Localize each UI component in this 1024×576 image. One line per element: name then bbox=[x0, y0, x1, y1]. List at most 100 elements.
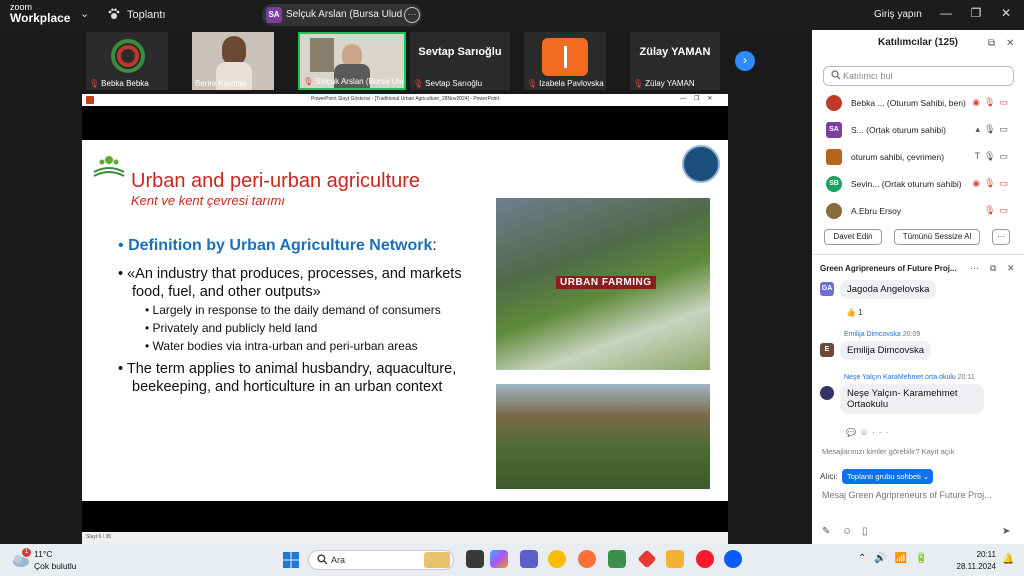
file-explorer-icon[interactable] bbox=[666, 550, 684, 568]
invite-button[interactable]: Davet Edin bbox=[824, 229, 882, 245]
bookshelf-image bbox=[310, 38, 334, 72]
zoom-icon[interactable] bbox=[724, 550, 742, 568]
privacy-notice[interactable]: Mesajlarınızı kimler görebilir? Kayıt aç… bbox=[822, 447, 955, 456]
avatar bbox=[826, 203, 842, 219]
participant-name: Bebka ... (Oturum Sahibi, ben) bbox=[851, 98, 966, 108]
notification-badge: 1 bbox=[22, 548, 31, 557]
weather-description[interactable]: Çok bulutlu bbox=[34, 561, 77, 571]
maximize-icon[interactable]: ❐ bbox=[966, 6, 986, 20]
search-placeholder: Ara bbox=[331, 555, 346, 565]
leaf-logo-icon bbox=[93, 156, 125, 177]
reaction[interactable]: 👍 1 bbox=[846, 308, 863, 317]
bullet-text: beekeeping, and horticulture in an urban… bbox=[132, 379, 443, 395]
recipient-select[interactable]: Toplantı grubu sohbeti ⌄ bbox=[842, 469, 933, 484]
avatar: GA bbox=[820, 282, 834, 296]
tile-name: 🎙 Bebka Bebka bbox=[89, 79, 149, 88]
more-options-icon[interactable]: ··· bbox=[404, 7, 420, 23]
sub-bullet: • Privately and publicly held land bbox=[145, 321, 318, 335]
participant-name: oturum sahibi, çevrimen) bbox=[851, 152, 945, 162]
ppt-status-bar bbox=[82, 532, 728, 544]
clock-time[interactable]: 20:11 bbox=[948, 550, 996, 559]
participant-row[interactable]: A.Ebru Ersoy 🎙▭ bbox=[820, 202, 1016, 220]
logo-icon bbox=[111, 39, 145, 73]
more-button[interactable]: ··· bbox=[992, 229, 1010, 245]
paw-icon bbox=[108, 8, 120, 19]
sub-bullet: • Largely in response to the daily deman… bbox=[145, 303, 441, 317]
media-status-icons: ◉🎙▭ bbox=[972, 97, 1012, 107]
participant-row[interactable]: oturum sahibi, çevrimen) T🎙▭ bbox=[820, 148, 1016, 166]
notification-icon[interactable]: 🔔 bbox=[1002, 554, 1014, 565]
slide-subtitle: Kent ve kent çevresi tarımı bbox=[131, 193, 285, 208]
chat-message[interactable]: Emilija Dimcovska bbox=[840, 341, 932, 360]
bullet-text: • The term applies to animal husbandry, … bbox=[118, 361, 457, 377]
gallery-next-button[interactable]: › bbox=[735, 51, 755, 71]
participant-row[interactable]: Bebka ... (Oturum Sahibi, ben) ◉🎙▭ bbox=[820, 94, 1016, 112]
mute-all-button[interactable]: Tümünü Sessize Al bbox=[894, 229, 980, 245]
chat-message[interactable]: Neşe Yalçın- Karamehmet Ortaokulu bbox=[840, 384, 984, 414]
minimize-icon[interactable]: — bbox=[936, 6, 956, 20]
video-tile[interactable]: Sevtap Sarıoğlu 🎙 Sevtap Sarıoğlu bbox=[410, 32, 510, 90]
participant-name: A.Ebru Ersoy bbox=[851, 206, 902, 216]
temperature[interactable]: 11°C bbox=[34, 549, 52, 559]
tile-name: 🎙 Izabela Pavlovska bbox=[527, 79, 604, 88]
ppt-window-controls[interactable]: —❐✕ bbox=[680, 95, 720, 102]
media-status-icons: 🎙▭ bbox=[984, 205, 1012, 215]
sub-bullet: • Water bodies via intra-urban and peri-… bbox=[145, 339, 418, 353]
sharer-name: Selçuk Arslan (Bursa Uludağ Üniv bbox=[286, 9, 402, 20]
format-icon[interactable]: ✎ bbox=[822, 526, 830, 537]
chat-input[interactable]: Mesaj Green Agripreneurs of Future Proj.… bbox=[822, 490, 1012, 500]
tile-name: 🎙 Zülay YAMAN bbox=[633, 79, 695, 88]
message-sender: Neşe Yalçın KaraMehmet orta okulu 20:11 bbox=[844, 374, 975, 381]
video-tile[interactable]: Berire Karataş bbox=[192, 32, 274, 90]
image-label: URBAN FARMING bbox=[556, 276, 656, 289]
media-status-icons: ▴🎙▭ bbox=[975, 124, 1012, 134]
video-tile[interactable]: 🎙 Izabela Pavlovska bbox=[524, 32, 606, 90]
task-view-icon[interactable] bbox=[466, 550, 484, 568]
search-icon bbox=[831, 70, 841, 80]
media-status-icons: ◉🎙▭ bbox=[972, 178, 1012, 188]
avatar bbox=[826, 95, 842, 111]
popout-icon[interactable]: ⧉ bbox=[988, 38, 995, 49]
close-icon[interactable]: ✕ bbox=[996, 6, 1016, 20]
video-tile[interactable]: Zülay YAMAN 🎙 Zülay YAMAN bbox=[630, 32, 720, 90]
chat-message[interactable]: Jagoda Angelovska bbox=[840, 280, 937, 299]
search-placeholder: Katılımcı bul bbox=[843, 71, 893, 81]
bullet-text: food, fuel, and other outputs» bbox=[132, 284, 321, 300]
video-tile[interactable]: 🎙 Bebka Bebka bbox=[86, 32, 168, 90]
avatar: SB bbox=[826, 176, 842, 192]
slide-title: Urban and peri-urban agriculture bbox=[131, 170, 421, 192]
avatar: E bbox=[820, 343, 834, 357]
participant-row[interactable]: SB Sevin... (Ortak oturum sahibi) ◉🎙▭ bbox=[820, 175, 1016, 193]
chevron-down-icon[interactable]: ⌄ bbox=[80, 7, 89, 20]
avatar bbox=[826, 149, 842, 165]
message-sender: Emilija Dimcovska 20:09 bbox=[844, 331, 921, 338]
garden-image bbox=[496, 384, 710, 489]
media-status-icons: T🎙▭ bbox=[974, 151, 1012, 161]
signin-link[interactable]: Giriş yapın bbox=[874, 9, 922, 20]
opera-icon[interactable] bbox=[696, 550, 714, 568]
chrome-icon[interactable] bbox=[548, 550, 566, 568]
participant-row[interactable]: SA S... (Ortak oturum sahibi) ▴🎙▭ bbox=[820, 121, 1016, 139]
firefox-icon[interactable] bbox=[578, 550, 596, 568]
teams-icon[interactable] bbox=[520, 550, 538, 568]
windows-start-icon[interactable] bbox=[283, 552, 299, 568]
clock-date[interactable]: 28.11.2024 bbox=[948, 562, 996, 571]
app-icon[interactable] bbox=[608, 550, 626, 568]
close-icon[interactable]: ✕ bbox=[1007, 263, 1015, 274]
avatar-mark bbox=[564, 46, 567, 68]
emoji-icon[interactable]: ☺ bbox=[842, 526, 852, 537]
message-actions-icon[interactable]: 💬☺··· bbox=[846, 428, 892, 437]
file-icon[interactable]: ▯ bbox=[862, 526, 868, 537]
search-icon bbox=[317, 554, 328, 565]
send-icon[interactable]: ➤ bbox=[1002, 526, 1010, 537]
slide-counter: Slayt 6 / 36 bbox=[86, 534, 112, 540]
video-tile-active[interactable]: 🎙 Selçuk Arslan (Bursa Ulud... bbox=[298, 32, 406, 90]
tile-name: Berire Karataş bbox=[195, 79, 247, 88]
close-icon[interactable]: ✕ bbox=[1006, 38, 1014, 49]
system-tray-icons[interactable]: ⌃🔊📶🔋 bbox=[858, 553, 936, 564]
zoom-logo: zoom Workplace bbox=[10, 2, 71, 25]
copilot-icon[interactable] bbox=[490, 550, 508, 568]
avatar: SA bbox=[266, 7, 282, 23]
popout-icon[interactable]: ⧉ bbox=[990, 263, 996, 274]
more-icon[interactable]: ··· bbox=[970, 263, 979, 273]
